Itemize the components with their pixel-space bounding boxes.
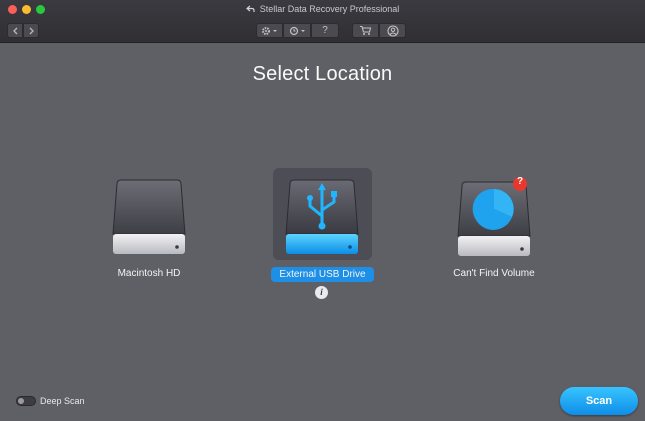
- app-back-icon: [245, 5, 255, 15]
- help-icon: ?: [322, 25, 328, 36]
- history-icon: [289, 26, 305, 35]
- usb-drive-icon: [285, 179, 359, 254]
- help-button[interactable]: ?: [311, 23, 339, 38]
- missing-volume-badge: ?: [516, 176, 524, 187]
- page-title: Select Location: [252, 63, 393, 85]
- toggle-knob: [18, 398, 24, 404]
- forward-arrow-icon: [29, 27, 34, 34]
- drive-external-usb[interactable]: [273, 168, 372, 260]
- deep-scan-toggle[interactable]: [16, 396, 36, 406]
- back-button[interactable]: [7, 23, 23, 38]
- cart-icon: [360, 25, 372, 35]
- settings-button[interactable]: [256, 23, 283, 38]
- info-icon[interactable]: i: [315, 286, 328, 299]
- drive-cant-find-volume[interactable]: ?: [444, 168, 544, 300]
- user-icon: [386, 24, 399, 37]
- cart-button[interactable]: [352, 23, 379, 38]
- deep-scan-label: Deep Scan: [40, 396, 85, 406]
- hard-drive-icon: [112, 179, 186, 254]
- title-bar: Stellar Data Recovery Professional ?: [0, 0, 645, 43]
- account-button[interactable]: [379, 23, 406, 38]
- window-title: Stellar Data Recovery Professional: [0, 4, 645, 15]
- drive-label-external-usb: External USB Drive: [271, 267, 374, 282]
- scan-button[interactable]: Scan: [560, 387, 638, 415]
- drive-label-macintosh-hd: Macintosh HD: [117, 268, 181, 279]
- back-arrow-icon: [12, 27, 17, 34]
- history-button[interactable]: [283, 23, 311, 38]
- drive-macintosh-hd[interactable]: [99, 168, 199, 300]
- gear-icon: [261, 26, 277, 35]
- drive-label-cant-find-volume: Can't Find Volume: [453, 268, 535, 279]
- pie-drive-icon: [457, 177, 531, 256]
- forward-button[interactable]: [23, 23, 39, 38]
- window-title-text: Stellar Data Recovery Professional: [259, 4, 400, 14]
